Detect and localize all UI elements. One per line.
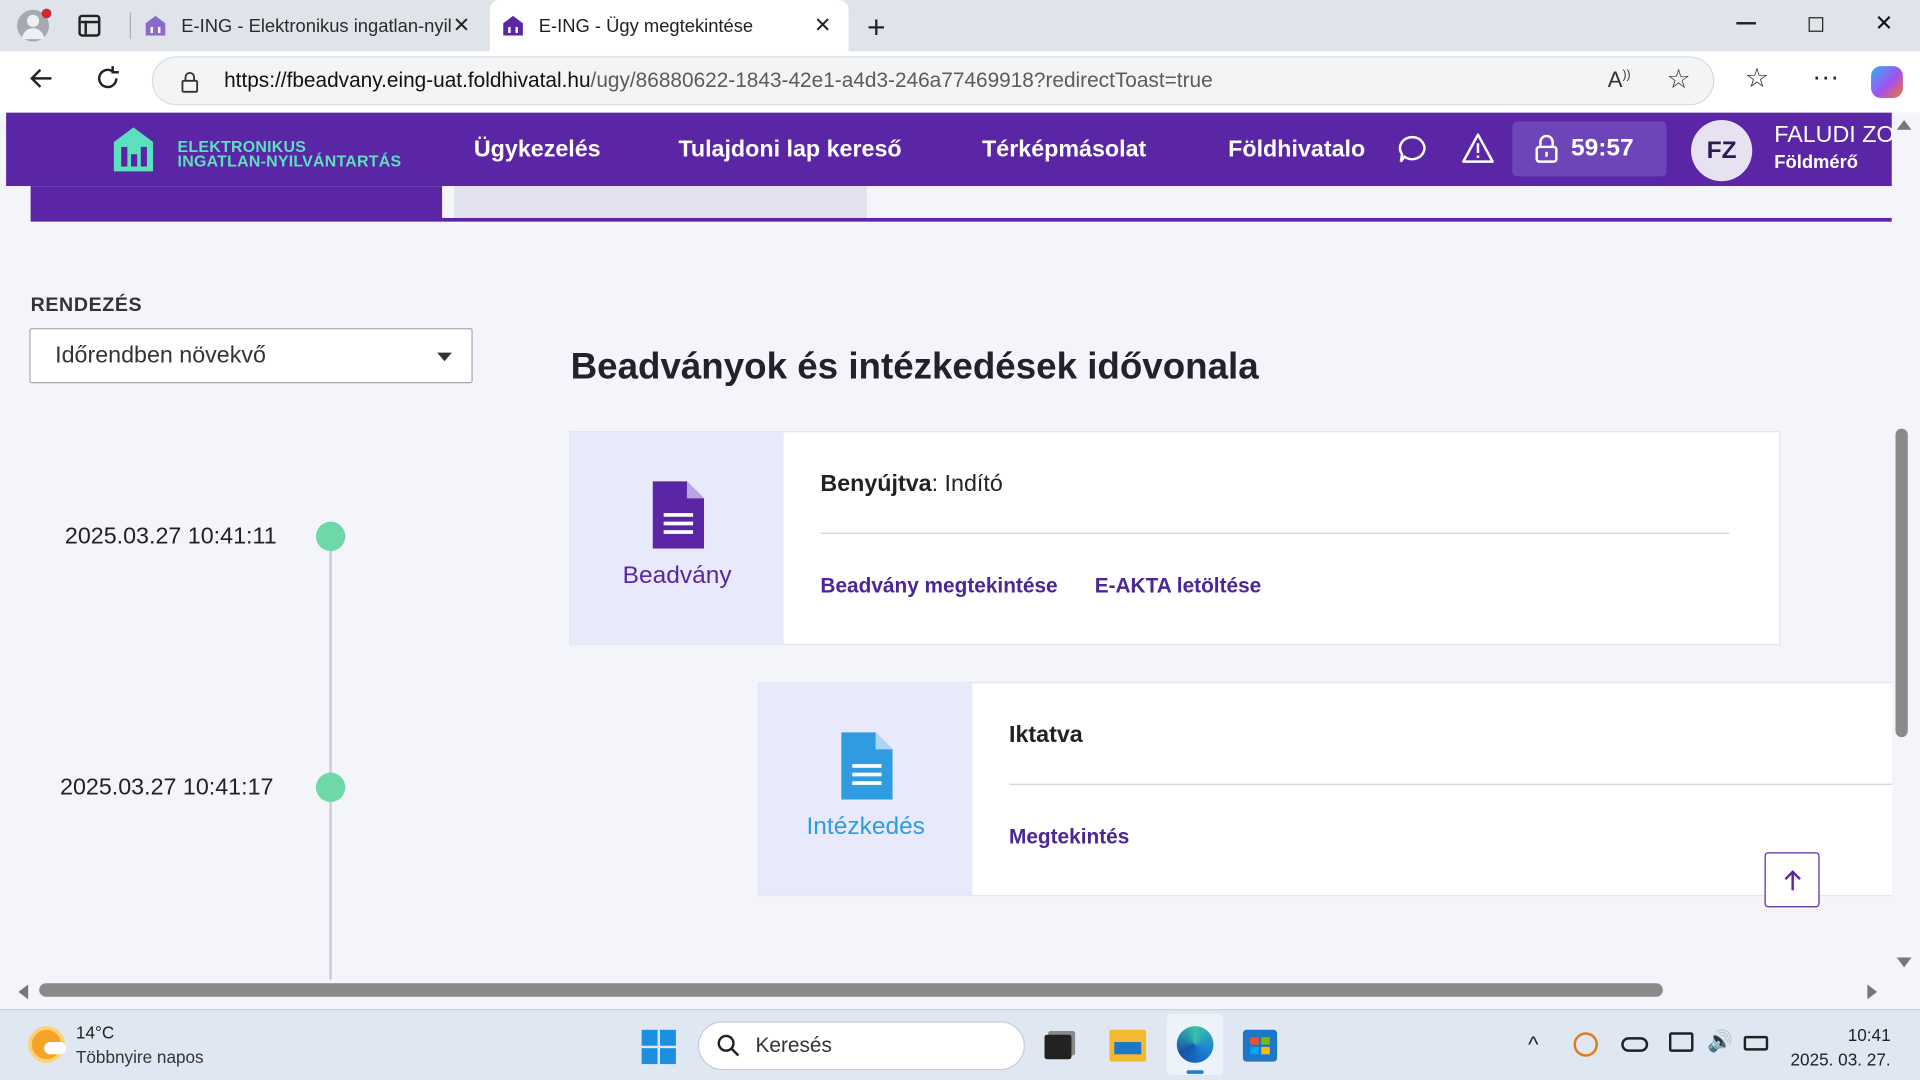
card-type-label: Beadvány bbox=[622, 562, 732, 589]
close-window-icon[interactable]: ✕ bbox=[1875, 11, 1893, 37]
card-type-panel: Beadvány bbox=[570, 432, 784, 645]
profile-icon[interactable] bbox=[17, 8, 52, 42]
clock-time: 10:41 bbox=[1847, 1024, 1891, 1045]
windows-taskbar: 14°C Többnyire napos Keresés ^ 🔊 10:41 2… bbox=[0, 1008, 1920, 1080]
file-explorer-icon[interactable] bbox=[1109, 1029, 1147, 1062]
favorite-star-icon[interactable]: ☆ bbox=[1667, 64, 1691, 96]
edge-browser-icon[interactable] bbox=[1166, 1013, 1224, 1076]
eing-favicon-icon bbox=[503, 15, 523, 36]
card-status: Iktatva bbox=[1008, 722, 1083, 749]
sync-icon[interactable] bbox=[1573, 1032, 1598, 1057]
copilot-icon[interactable] bbox=[1871, 66, 1903, 98]
microsoft-store-icon[interactable] bbox=[1242, 1029, 1278, 1062]
sort-selected-value: Időrendben növekvő bbox=[55, 342, 266, 368]
case-subtabs bbox=[6, 186, 1892, 222]
nav-terkepmasolat[interactable]: Térképmásolat bbox=[982, 137, 1146, 164]
scroll-left-arrow-icon[interactable] bbox=[18, 984, 29, 1000]
subtab-active[interactable] bbox=[30, 186, 443, 222]
minimize-icon[interactable] bbox=[1736, 22, 1756, 25]
timer-value: 59:57 bbox=[1571, 134, 1634, 162]
app-header: ELEKTRONIKUS INGATLAN-NYILVÁNTARTÁS Ügyk… bbox=[6, 112, 1895, 187]
close-icon[interactable]: ✕ bbox=[453, 13, 470, 37]
card-type-label: Intézkedés bbox=[806, 813, 925, 841]
user-role: Földmérő bbox=[1774, 151, 1858, 173]
browser-tab-bar: E-ING - Elektronikus ingatlan-nyil ✕ E-I… bbox=[0, 0, 1920, 52]
battery-icon[interactable] bbox=[1743, 1035, 1769, 1051]
task-view-icon[interactable] bbox=[1044, 1034, 1072, 1060]
tab-case-view[interactable]: E-ING - Ügy megtekintése ✕ bbox=[489, 0, 849, 52]
arrow-up-icon bbox=[1783, 869, 1801, 890]
weather-cloud-icon bbox=[44, 1042, 67, 1055]
card-status: Benyújtva: Indító bbox=[820, 471, 1003, 498]
logo-text[interactable]: ELEKTRONIKUS INGATLAN-NYILVÁNTARTÁS bbox=[178, 138, 402, 169]
nav-foldhivatalok[interactable]: Földhivatalo bbox=[1228, 137, 1365, 164]
read-aloud-icon[interactable]: A)) bbox=[1608, 67, 1631, 93]
close-icon[interactable]: ✕ bbox=[814, 13, 831, 37]
view-submission-link[interactable]: Beadvány megtekintése bbox=[820, 574, 1057, 598]
tab-eing-home[interactable]: E-ING - Elektronikus ingatlan-nyil ✕ bbox=[132, 0, 487, 51]
page-title: Beadványok és intézkedések idővonala bbox=[570, 346, 1259, 387]
lock-icon bbox=[1535, 134, 1558, 163]
taskbar-clock[interactable]: 10:41 2025. 03. 27. bbox=[1791, 1022, 1891, 1071]
view-action-link[interactable]: Megtekintés bbox=[1009, 825, 1129, 849]
timeline-date: 2025.03.27 10:41:17 bbox=[60, 775, 274, 801]
eing-favicon-icon bbox=[145, 15, 166, 36]
document-icon bbox=[841, 732, 893, 800]
windows-start-icon[interactable] bbox=[641, 1029, 676, 1065]
weather-temperature[interactable]: 14°C bbox=[76, 1022, 114, 1042]
timeline-line bbox=[329, 536, 332, 980]
nav-tulajdoni-lap-kereso[interactable]: Tulajdoni lap kereső bbox=[678, 137, 901, 164]
lock-icon[interactable] bbox=[180, 71, 200, 93]
address-bar-row: https://fbeadvany.eing-uat.foldhivatal.h… bbox=[0, 51, 1920, 113]
timeline-dot bbox=[315, 772, 346, 803]
scroll-up-arrow-icon[interactable] bbox=[1896, 120, 1912, 130]
avatar[interactable]: FZ bbox=[1691, 120, 1753, 182]
network-icon[interactable] bbox=[1668, 1032, 1694, 1052]
timeline-date: 2025.03.27 10:41:11 bbox=[64, 524, 277, 550]
tab-title: E-ING - Elektronikus ingatlan-nyil bbox=[181, 15, 451, 37]
nav-ugykezeles[interactable]: Ügykezelés bbox=[474, 137, 601, 164]
horizontal-scroll-thumb[interactable] bbox=[39, 983, 1663, 997]
search-placeholder: Keresés bbox=[755, 1033, 832, 1057]
favorites-icon[interactable]: ☆ bbox=[1745, 62, 1769, 94]
back-arrow-icon[interactable] bbox=[27, 64, 56, 101]
eing-logo-house-icon[interactable] bbox=[111, 125, 155, 174]
scroll-down-arrow-icon[interactable] bbox=[1896, 957, 1912, 968]
scroll-to-top-button[interactable] bbox=[1764, 852, 1820, 908]
tab-actions-icon[interactable] bbox=[78, 14, 101, 37]
vertical-scroll-thumb[interactable] bbox=[1895, 428, 1908, 738]
sort-select[interactable]: Időrendben növekvő bbox=[29, 328, 473, 384]
subtab-inactive[interactable] bbox=[454, 186, 867, 220]
tab-title: E-ING - Ügy megtekintése bbox=[538, 15, 754, 37]
more-menu-icon[interactable]: ··· bbox=[1812, 61, 1839, 93]
user-name[interactable]: FALUDI ZO bbox=[1774, 122, 1894, 149]
download-eakta-link[interactable]: E-AKTA letöltése bbox=[1095, 574, 1262, 598]
weather-description[interactable]: Többnyire napos bbox=[76, 1047, 204, 1067]
url-field[interactable]: https://fbeadvany.eing-uat.foldhivatal.h… bbox=[151, 56, 1715, 106]
warning-icon[interactable] bbox=[1461, 132, 1495, 164]
scroll-right-arrow-icon[interactable] bbox=[1867, 984, 1878, 1000]
onedrive-icon[interactable] bbox=[1621, 1037, 1649, 1052]
reload-icon[interactable] bbox=[93, 64, 122, 101]
restore-icon[interactable] bbox=[1808, 17, 1824, 32]
timeline-dot bbox=[315, 521, 346, 552]
new-tab-icon[interactable]: + bbox=[867, 9, 886, 47]
subtab-underline bbox=[442, 217, 1892, 222]
clock-date: 2025. 03. 27. bbox=[1790, 1049, 1891, 1069]
volume-icon[interactable]: 🔊 bbox=[1707, 1030, 1733, 1054]
url-text: https://fbeadvany.eing-uat.foldhivatal.h… bbox=[224, 68, 1213, 92]
timeline-card-intezkedes: Intézkedés Iktatva Megtekintés bbox=[757, 682, 1898, 897]
session-timer[interactable]: 59:57 bbox=[1512, 121, 1667, 177]
document-icon bbox=[652, 481, 705, 549]
search-icon bbox=[717, 1034, 740, 1057]
caret-down-icon bbox=[437, 352, 452, 362]
sort-label: RENDEZÉS bbox=[30, 295, 143, 316]
card-divider bbox=[1008, 783, 1898, 785]
chevron-up-icon[interactable]: ^ bbox=[1528, 1032, 1538, 1058]
card-type-panel: Intézkedés bbox=[759, 683, 973, 896]
timeline-card-beadvany: Beadvány Benyújtva: Indító Beadvány megt… bbox=[569, 431, 1781, 646]
taskbar-search[interactable]: Keresés bbox=[697, 1021, 1025, 1071]
card-divider bbox=[820, 532, 1729, 534]
chat-bubble-icon[interactable] bbox=[1397, 133, 1429, 165]
